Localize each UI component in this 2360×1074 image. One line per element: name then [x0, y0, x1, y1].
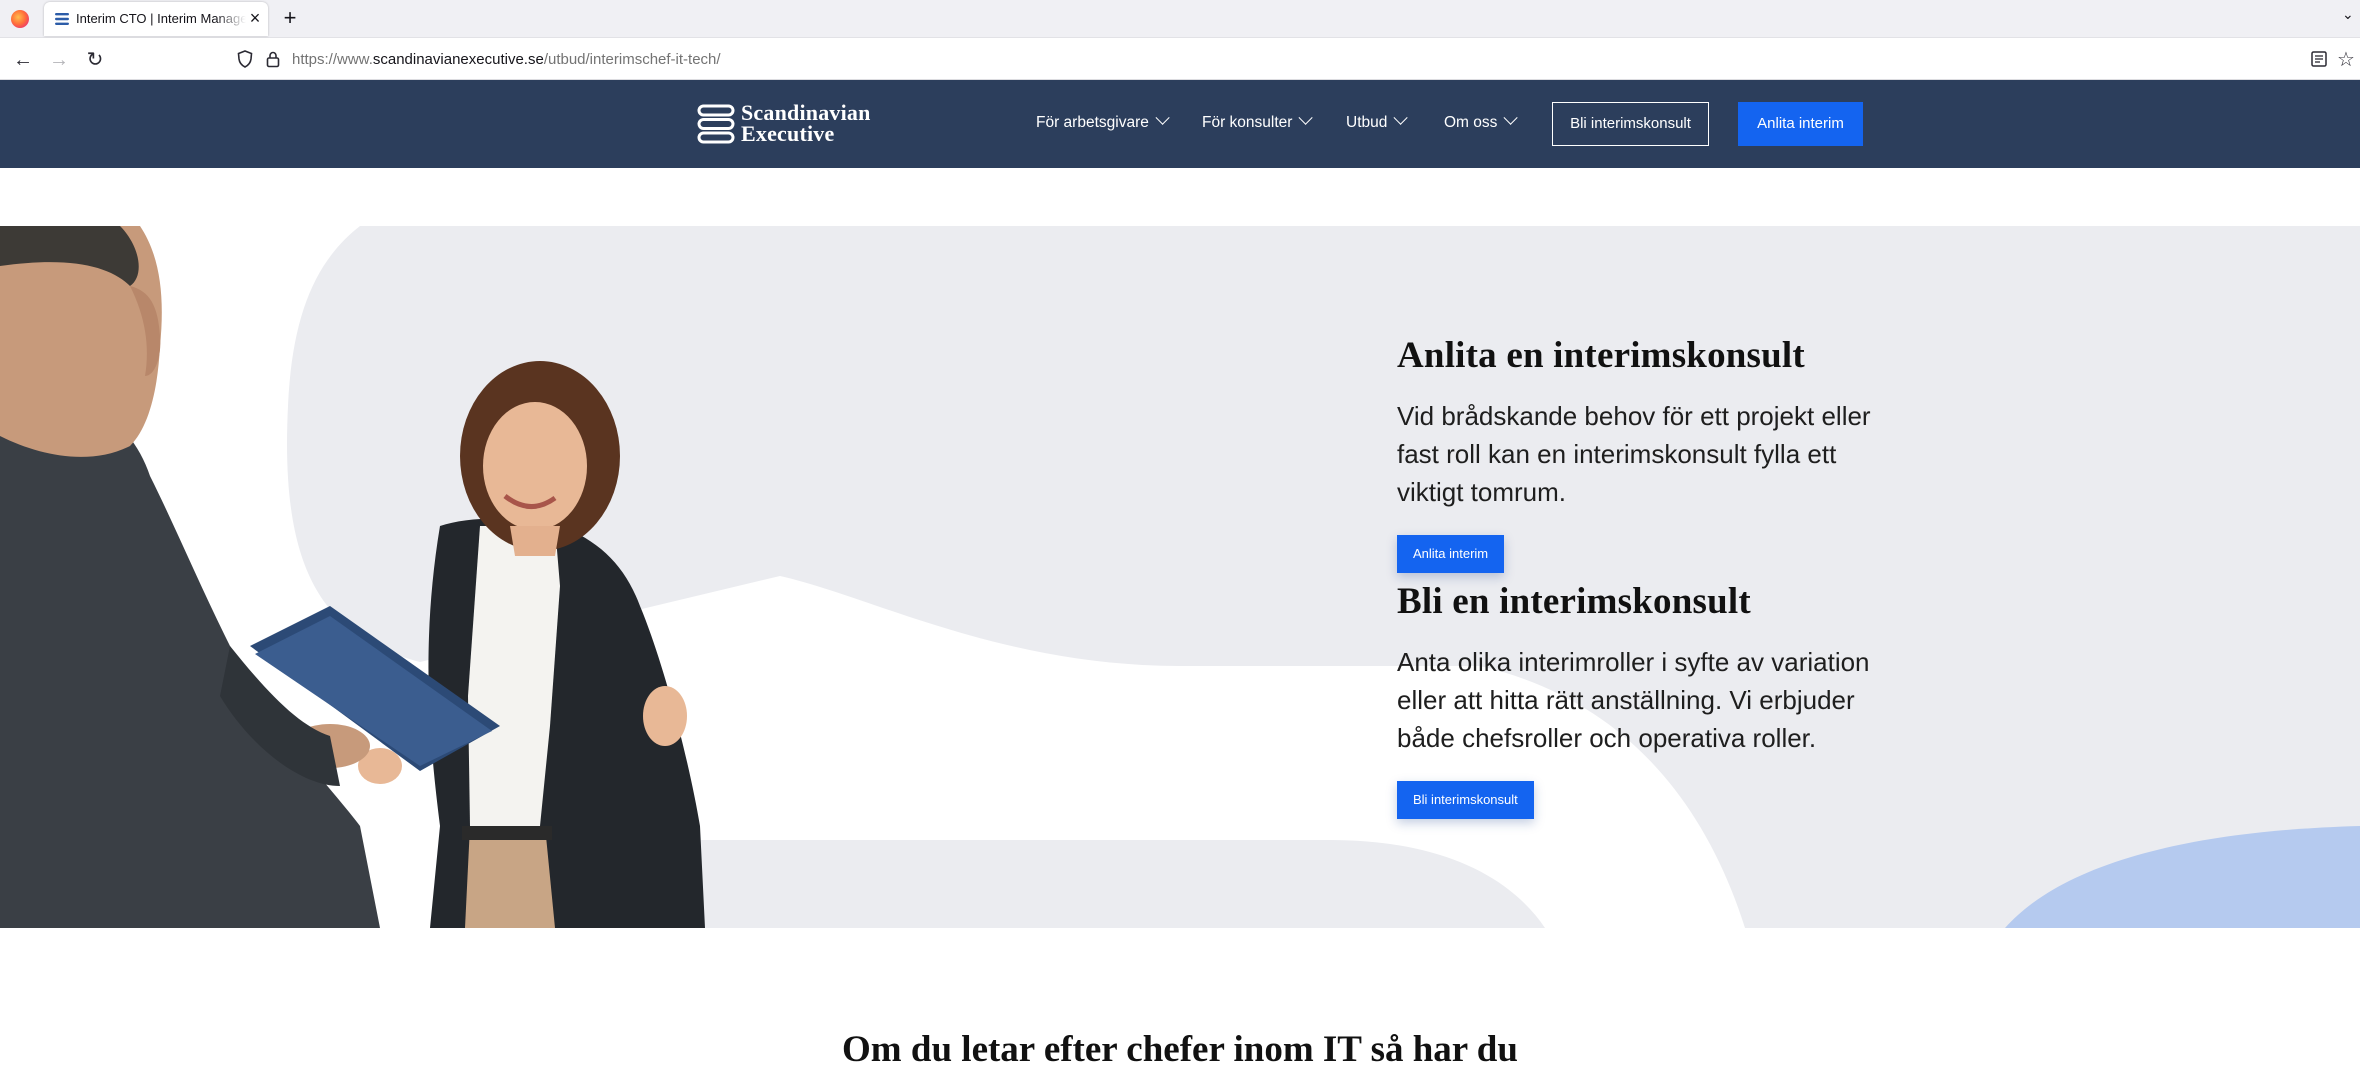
menu-item-om-oss[interactable]: Om oss: [1444, 110, 1519, 132]
shield-icon[interactable]: [237, 50, 253, 68]
become-consultant-text: Anta olika interimroller i syfte av vari…: [1397, 647, 1870, 753]
chevron-down-icon: [1298, 110, 1314, 125]
become-consultant-header-button[interactable]: Bli interimskonsult: [1552, 102, 1709, 146]
site-favicon-icon: [55, 13, 69, 25]
url-bar[interactable]: https://www.scandinavianexecutive.se/utb…: [292, 51, 721, 68]
hire-consultant-block: Anlita en interimskonsult Vid brådskande…: [1397, 334, 1877, 573]
chevron-down-icon: [1503, 110, 1519, 125]
logo-line-1: Scandinavian: [741, 100, 871, 125]
chevron-down-icon: [1155, 110, 1170, 125]
menu-item-arbetsgivare[interactable]: För arbetsgivare: [1036, 110, 1170, 132]
hire-consultant-text: Vid brådskande behov för ett projekt ell…: [1397, 401, 1871, 507]
close-icon[interactable]: ×: [244, 7, 266, 29]
logo[interactable]: Scandinavian Executive: [697, 102, 887, 146]
logo-text: Scandinavian Executive: [741, 100, 871, 146]
tab-title: Interim CTO | Interim Management: [76, 11, 246, 26]
menu-item-utbud[interactable]: Utbud: [1346, 110, 1409, 132]
menu-item-label: Om oss: [1444, 114, 1498, 131]
menu-item-label: Utbud: [1346, 114, 1388, 131]
menu-item-label: För arbetsgivare: [1036, 114, 1149, 131]
man-figure: [0, 226, 380, 928]
section-title: Om du letar efter chefer inom IT så har …: [842, 1029, 1518, 1070]
chevron-down-icon: [1393, 110, 1409, 125]
browser-tab-bar: Interim CTO | Interim Management × + ⌄: [0, 0, 2360, 38]
forward-icon[interactable]: →: [46, 47, 72, 73]
url-path: /utbud/interimschef-it-tech/: [543, 51, 721, 68]
menu-item-label: För konsulter: [1202, 114, 1293, 131]
woman-figure: [358, 361, 705, 928]
hire-consultant-title: Anlita en interimskonsult: [1397, 335, 1805, 376]
chevron-down-icon[interactable]: ⌄: [2342, 6, 2358, 26]
menu-item-konsulter[interactable]: För konsulter: [1202, 110, 1314, 132]
become-consultant-block: Bli en interimskonsult Anta olika interi…: [1397, 580, 1877, 819]
new-tab-icon[interactable]: +: [278, 6, 302, 30]
hire-interim-button[interactable]: Anlita interim: [1397, 535, 1505, 573]
firefox-icon[interactable]: [11, 10, 29, 28]
hire-interim-header-button[interactable]: Anlita interim: [1738, 102, 1863, 146]
logo-line-2: Executive: [741, 121, 835, 146]
back-icon[interactable]: ←: [10, 47, 36, 73]
hero-photo-image: [0, 226, 705, 928]
reload-icon[interactable]: ↻: [82, 47, 108, 73]
url-host: scandinavianexecutive.se: [372, 51, 544, 68]
become-consultant-title: Bli en interimskonsult: [1397, 581, 1751, 622]
hero-section: Anlita en interimskonsult Vid brådskande…: [0, 226, 2360, 928]
site-header: Scandinavian Executive För arbetsgivare …: [0, 80, 2360, 168]
browser-tab-active[interactable]: Interim CTO | Interim Management ×: [44, 2, 268, 36]
logo-mark-icon: [697, 104, 735, 144]
become-consultant-button[interactable]: Bli interimskonsult: [1397, 781, 1534, 819]
bookmark-star-icon[interactable]: ☆: [2337, 47, 2355, 72]
browser-nav-bar: ← → ↻ https://www.scandinavianexecutive.…: [0, 38, 2360, 80]
url-prefix: https://www.: [292, 51, 373, 68]
reader-view-icon[interactable]: [2310, 50, 2328, 68]
lock-icon[interactable]: [266, 50, 280, 68]
